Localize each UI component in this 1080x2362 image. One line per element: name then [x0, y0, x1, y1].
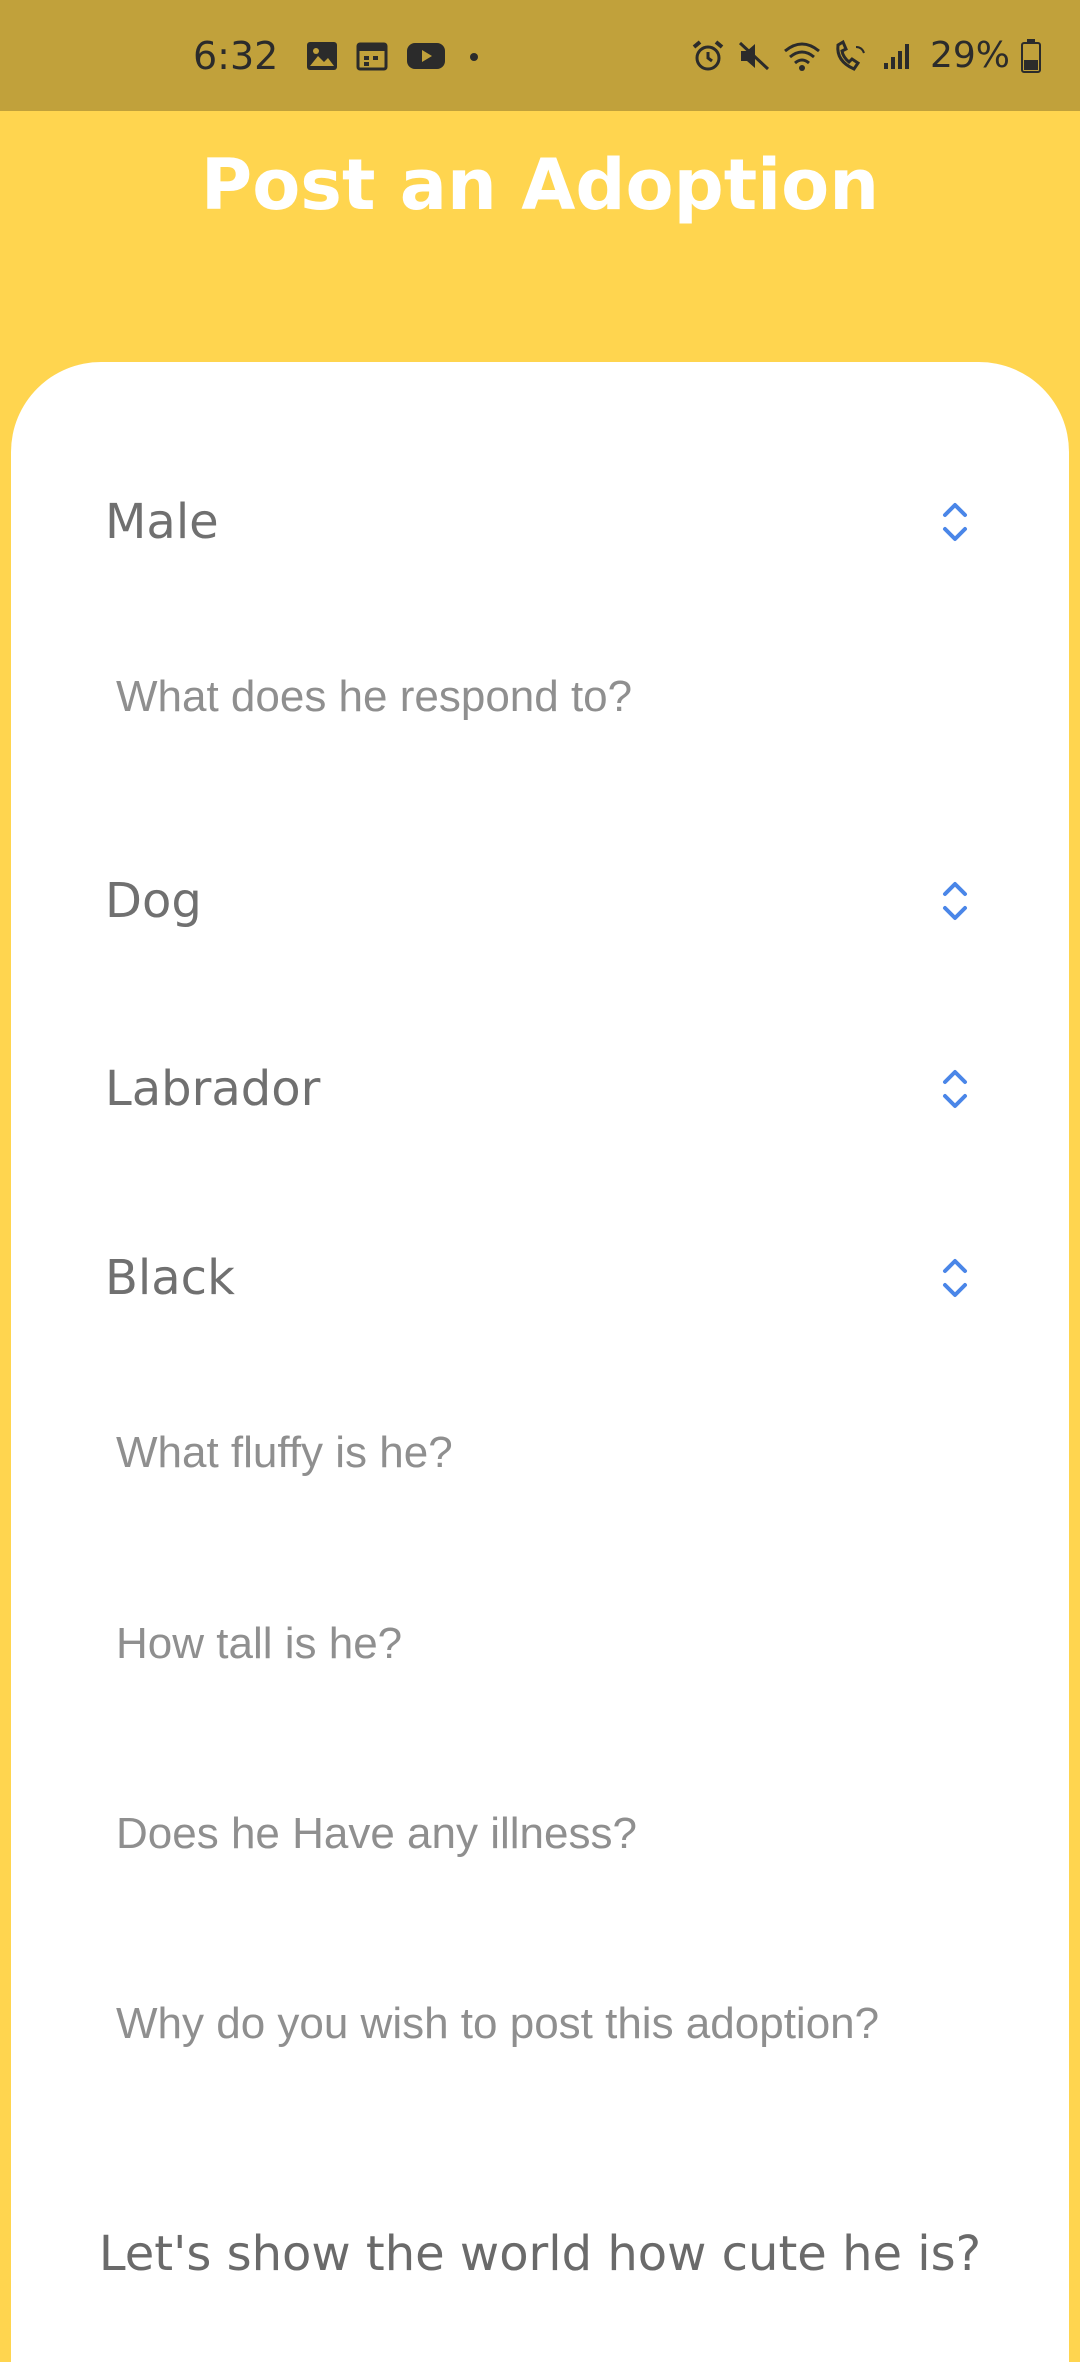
- add-photos-prompt[interactable]: Let's show the world how cute he is?: [0, 2226, 1080, 2282]
- dropdown-arrows-icon: [935, 869, 975, 933]
- pet-name-input[interactable]: [105, 652, 975, 742]
- notification-dot-icon: [464, 41, 484, 71]
- status-time: 6:32: [193, 33, 279, 78]
- breed-dropdown[interactable]: Labrador: [105, 1044, 975, 1134]
- mute-icon: [736, 39, 772, 73]
- species-dropdown[interactable]: Dog: [105, 856, 975, 946]
- color-dropdown-value: Black: [105, 1250, 235, 1306]
- page-title: Post an Adoption: [200, 144, 880, 226]
- gender-dropdown-value: Male: [105, 494, 219, 550]
- species-dropdown-value: Dog: [105, 873, 202, 929]
- signal-icon: [882, 39, 912, 73]
- wifi-icon: [782, 39, 822, 73]
- dropdown-arrows-icon: [935, 1246, 975, 1310]
- height-input[interactable]: [105, 1599, 975, 1689]
- breed-dropdown-value: Labrador: [105, 1061, 321, 1117]
- fluffiness-input[interactable]: [105, 1408, 975, 1498]
- status-bar: 6:32 29%: [0, 0, 1080, 111]
- gender-dropdown[interactable]: Male: [105, 477, 975, 567]
- battery-icon: [1020, 38, 1042, 74]
- battery-percent: 29%: [929, 35, 1010, 76]
- dropdown-arrows-icon: [935, 490, 975, 554]
- wifi-calling-icon: [832, 39, 872, 73]
- status-left-group: 6:32: [193, 0, 484, 111]
- youtube-icon: [406, 41, 446, 71]
- status-right-group: 29%: [690, 0, 1042, 111]
- gallery-icon: [306, 41, 338, 71]
- dropdown-arrows-icon: [935, 1057, 975, 1121]
- calendar-icon: [356, 41, 388, 71]
- illness-input[interactable]: [105, 1789, 975, 1879]
- reason-input[interactable]: [105, 1979, 975, 2069]
- alarm-icon: [690, 39, 726, 73]
- color-dropdown[interactable]: Black: [105, 1233, 975, 1323]
